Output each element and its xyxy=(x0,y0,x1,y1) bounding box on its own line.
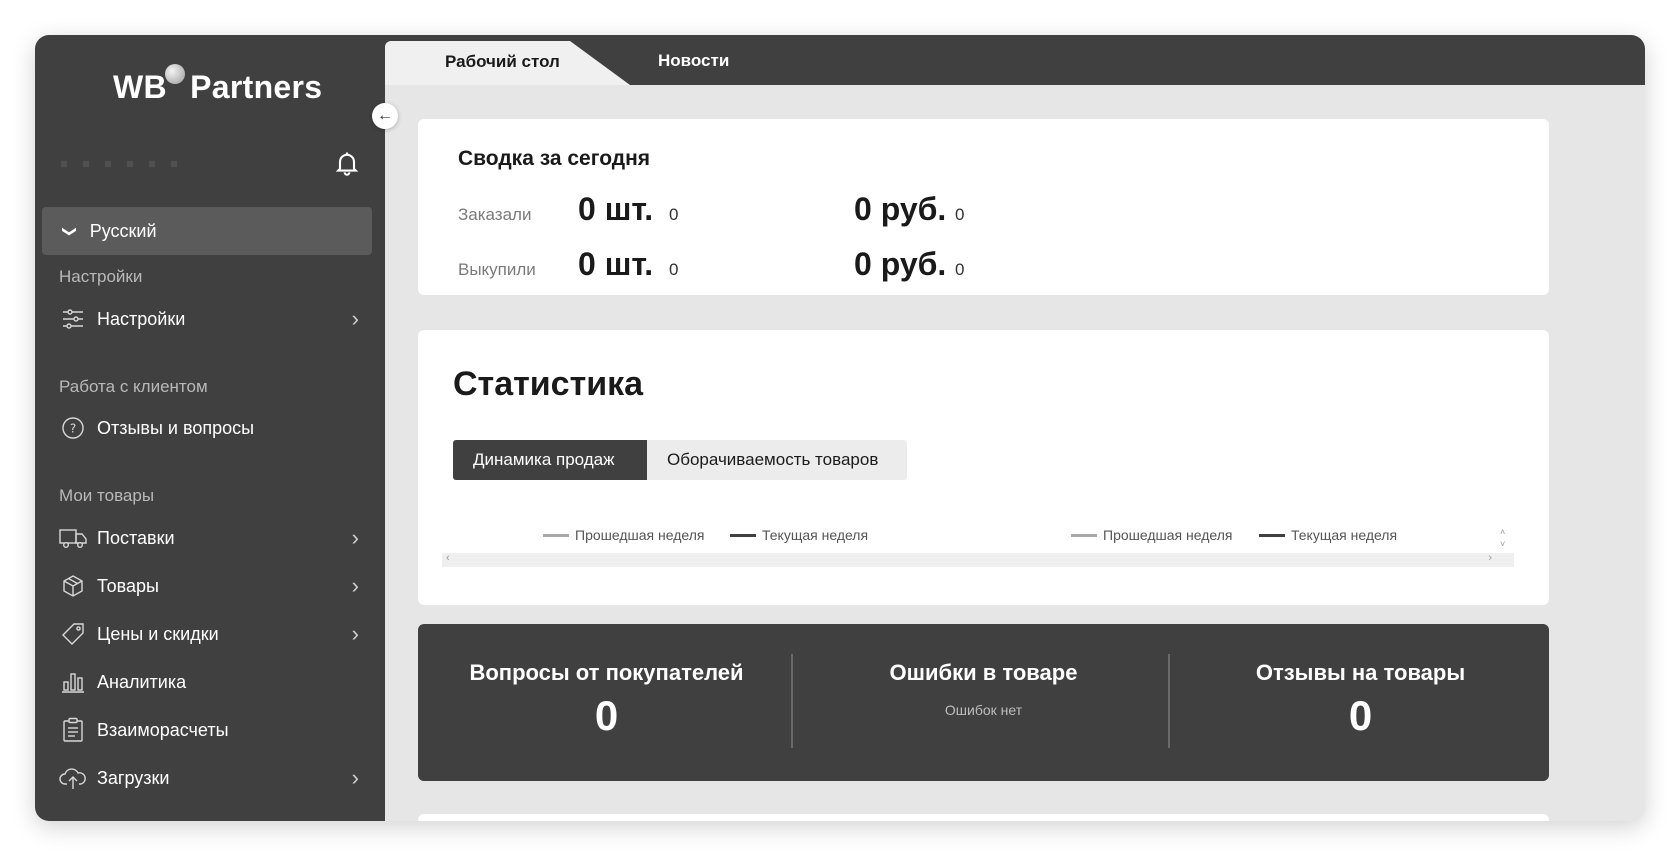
bought-quantity: 0 шт. xyxy=(578,246,654,282)
ordered-sum: 0 руб. xyxy=(854,191,947,227)
chevron-down-icon: ❯ xyxy=(62,225,79,237)
tab-sales-dynamics[interactable]: Динамика продаж xyxy=(453,440,647,480)
bought-quantity-delta: 0 xyxy=(669,260,679,279)
sidebar-item-label: Товары xyxy=(97,575,159,596)
app-window: WB Partners ❯ Русский Настройки Настройк… xyxy=(35,35,1645,821)
bar-chart-icon xyxy=(59,668,87,696)
sidebar-item-label: Отзывы и вопросы xyxy=(97,417,255,438)
chevron-right-icon: › xyxy=(351,525,359,550)
summary-card: Сводка за сегодня Заказали 0 шт. 0 0 руб… xyxy=(418,119,1549,295)
sidebar-item-uploads[interactable]: Загрузки › xyxy=(59,761,359,795)
metric-errors[interactable]: Ошибки в товаре Ошибок нет xyxy=(795,624,1172,781)
legend-curr-week-1[interactable]: Текущая неделя xyxy=(730,527,868,543)
section-goods-title: Мои товары xyxy=(59,486,155,505)
cloud-upload-icon xyxy=(59,764,87,792)
legend-prev-week-1[interactable]: Прошедшая неделя xyxy=(543,527,704,543)
language-label: Русский xyxy=(89,220,157,241)
sliders-icon xyxy=(59,305,87,333)
sidebar-item-label: Загрузки xyxy=(97,767,170,788)
language-selector[interactable]: ❯ Русский xyxy=(42,207,372,255)
clipboard-icon xyxy=(59,716,87,744)
statistics-title: Статистика xyxy=(453,365,644,403)
legend-swatch xyxy=(543,533,569,537)
horizontal-scrollbar[interactable]: ‹ › xyxy=(442,552,1514,567)
legend-swatch xyxy=(730,533,756,537)
user-name-blurred[interactable] xyxy=(61,161,191,167)
tab-news[interactable]: Новости xyxy=(658,51,729,71)
chevron-right-icon: › xyxy=(351,621,359,646)
ordered-label: Заказали xyxy=(458,205,532,224)
sidebar-item-goods[interactable]: Товары › xyxy=(59,569,359,603)
chevron-right-icon: › xyxy=(351,765,359,790)
section-client-title: Работа с клиентом xyxy=(59,377,208,396)
chevron-right-icon: › xyxy=(351,306,359,331)
sidebar-item-label: Цены и скидки xyxy=(97,623,219,644)
sidebar-item-label: Аналитика xyxy=(97,671,187,692)
logo[interactable]: WB Partners xyxy=(113,64,323,106)
arrow-left-icon: ← xyxy=(377,107,393,124)
truck-icon xyxy=(59,524,87,552)
legend-prev-week-2[interactable]: Прошедшая неделя xyxy=(1071,527,1232,543)
statistics-card: Статистика Динамика продаж Оборачиваемос… xyxy=(418,330,1549,605)
sidebar-item-prices[interactable]: Цены и скидки › xyxy=(59,617,359,651)
user-row xyxy=(61,145,361,185)
metric-divider xyxy=(1168,654,1170,748)
metric-questions-title: Вопросы от покупателей xyxy=(469,660,744,685)
ordered-quantity-delta: 0 xyxy=(669,205,679,224)
bell-icon[interactable] xyxy=(333,149,361,177)
tab-desktop[interactable]: Рабочий стол xyxy=(385,41,630,85)
ordered-quantity: 0 шт. xyxy=(578,191,654,227)
price-tag-icon xyxy=(59,620,87,648)
ordered-sum-delta: 0 xyxy=(955,205,965,224)
scroll-left-icon[interactable]: ‹ xyxy=(446,552,450,564)
legend-label: Прошедшая неделя xyxy=(1103,527,1233,543)
legend-swatch xyxy=(1071,533,1097,537)
top-tab-bar: Рабочий стол Новости xyxy=(385,35,1645,85)
sidebar-item-label: Настройки xyxy=(97,308,186,329)
tab-goods-turnover[interactable]: Оборачиваемость товаров xyxy=(647,440,907,480)
collapse-sidebar-button[interactable]: ← xyxy=(372,103,398,129)
metric-reviews-value: 0 xyxy=(1348,692,1373,739)
metrics-card: Вопросы от покупателей 0 Ошибки в товаре… xyxy=(418,624,1549,781)
section-settings-title: Настройки xyxy=(59,267,143,286)
bought-sum-delta: 0 xyxy=(955,260,965,279)
logo-wb: WB xyxy=(113,69,167,105)
metric-errors-subtitle: Ошибок нет xyxy=(944,702,1023,718)
scroll-right-icon[interactable]: › xyxy=(1488,552,1492,564)
svg-text:?: ? xyxy=(70,422,76,436)
metric-divider xyxy=(791,654,793,748)
next-card-peek xyxy=(418,814,1549,821)
sidebar-item-settings[interactable]: Настройки › xyxy=(59,302,359,336)
legend-label: Прошедшая неделя xyxy=(575,527,705,543)
logo-dot-icon xyxy=(164,64,185,84)
metric-questions[interactable]: Вопросы от покупателей 0 xyxy=(418,624,795,781)
legend-label: Текущая неделя xyxy=(762,527,869,543)
sidebar: WB Partners ❯ Русский Настройки Настройк… xyxy=(35,35,385,821)
sidebar-item-settlements[interactable]: Взаиморасчеты xyxy=(59,713,359,747)
metric-errors-title: Ошибки в товаре xyxy=(889,660,1078,685)
bought-sum: 0 руб. xyxy=(854,246,947,282)
sidebar-item-label: Поставки xyxy=(97,527,175,548)
summary-title: Сводка за сегодня xyxy=(458,147,651,170)
sidebar-item-label: Взаиморасчеты xyxy=(97,719,229,740)
question-circle-icon: ? xyxy=(59,414,87,442)
logo-partners: Partners xyxy=(190,69,323,105)
metric-reviews-title: Отзывы на товары xyxy=(1255,660,1466,685)
bought-label: Выкупили xyxy=(458,260,536,279)
box-icon xyxy=(59,572,87,600)
sidebar-item-analytics[interactable]: Аналитика xyxy=(59,665,359,699)
chevron-right-icon: › xyxy=(351,573,359,598)
legend-swatch xyxy=(1259,533,1285,537)
vertical-scrollbar[interactable]: ˄ ˅ xyxy=(1500,526,1505,550)
sidebar-item-reviews[interactable]: ? Отзывы и вопросы xyxy=(59,411,359,445)
legend-curr-week-2[interactable]: Текущая неделя xyxy=(1259,527,1397,543)
metric-reviews[interactable]: Отзывы на товары 0 xyxy=(1172,624,1549,781)
legend-label: Текущая неделя xyxy=(1291,527,1398,543)
sidebar-item-supplies[interactable]: Поставки › xyxy=(59,521,359,555)
metric-questions-value: 0 xyxy=(594,692,619,739)
